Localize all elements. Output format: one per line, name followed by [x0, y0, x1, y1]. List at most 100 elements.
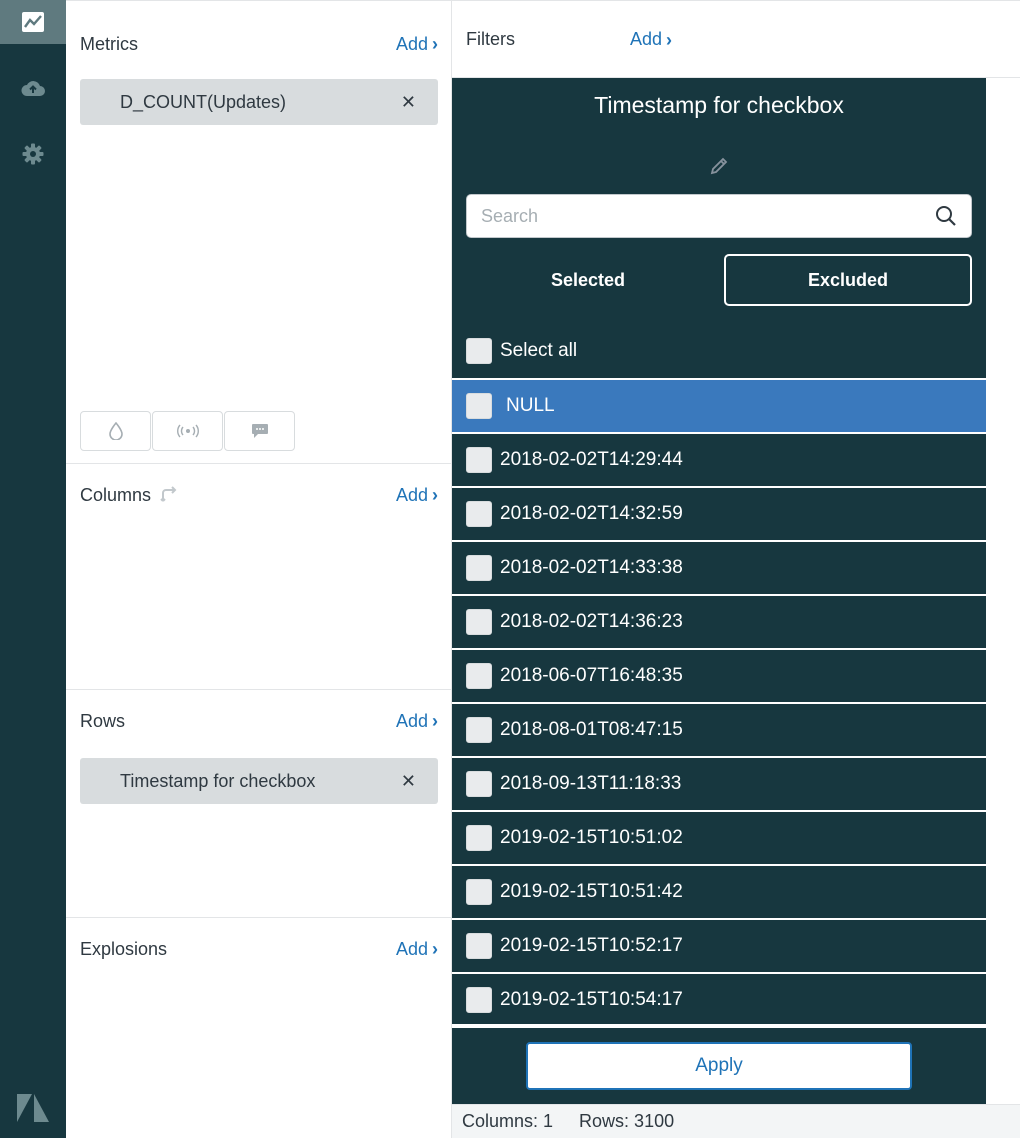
explosions-title: Explosions: [80, 938, 168, 959]
list-item[interactable]: 2018-02-02T14:33:38: [452, 542, 986, 596]
nav-rail: [0, 0, 66, 1138]
list-item[interactable]: 2018-08-01T08:47:15: [452, 704, 986, 758]
add-row-link[interactable]: Add ›: [396, 711, 438, 732]
droplet-icon: [108, 422, 123, 440]
swap-icon[interactable]: [159, 485, 179, 505]
add-filter-label: Add: [630, 29, 663, 49]
remove-metric-icon[interactable]: ✕: [401, 92, 416, 113]
add-explosion-link[interactable]: Add ›: [396, 939, 438, 960]
add-explosion-label: Add: [395, 938, 428, 959]
value-checkbox[interactable]: [466, 717, 492, 743]
add-filter-link[interactable]: Add ›: [630, 29, 672, 50]
rows-count: Rows: 3100: [579, 1111, 675, 1131]
filter-values-panel: Timestamp for checkbox Selected Excluded…: [452, 78, 986, 1104]
add-metric-link[interactable]: Add ›: [396, 34, 438, 55]
list-item[interactable]: NULL: [452, 380, 986, 434]
list-item[interactable]: 2018-06-07T16:48:35: [452, 650, 986, 704]
value-label: 2018-02-02T14:29:44: [500, 449, 683, 470]
nav-settings[interactable]: [0, 132, 66, 176]
value-label: 2019-02-15T10:54:17: [500, 989, 683, 1010]
add-row-label: Add: [395, 710, 428, 731]
nav-reporting[interactable]: [0, 0, 66, 44]
metrics-section: Metrics Add › D_COUNT(Updates) ✕: [66, 0, 452, 464]
tab-excluded[interactable]: Excluded: [724, 254, 972, 306]
rows-section: Rows Add › Timestamp for checkbox ✕: [66, 690, 452, 918]
value-label: 2019-02-15T10:51:02: [500, 827, 683, 848]
value-checkbox[interactable]: [466, 825, 492, 851]
list-item[interactable]: 2019-02-15T10:51:02: [452, 812, 986, 866]
value-label: 2018-09-13T11:18:33: [500, 773, 682, 794]
selected-excluded-toggle: Selected Excluded: [466, 254, 972, 306]
search-icon[interactable]: [935, 205, 957, 227]
metrics-title: Metrics: [80, 33, 138, 54]
columns-title: Columns: [80, 484, 152, 505]
value-label: NULL: [506, 395, 555, 416]
list-item[interactable]: 2018-02-02T14:36:23: [452, 596, 986, 650]
value-label: 2018-08-01T08:47:15: [500, 719, 683, 740]
apply-button[interactable]: Apply: [526, 1042, 912, 1090]
columns-header: Columns Add ›: [80, 480, 438, 510]
list-item[interactable]: 2018-09-13T11:18:33: [452, 758, 986, 812]
apply-footer: Apply: [452, 1024, 986, 1104]
rows-header: Rows Add ›: [80, 706, 438, 736]
list-item[interactable]: 2019-02-15T10:51:42: [452, 866, 986, 920]
value-checkbox[interactable]: [466, 501, 492, 527]
value-checkbox[interactable]: [466, 393, 492, 419]
select-all-row[interactable]: Select all: [452, 324, 986, 380]
value-checkbox[interactable]: [466, 987, 492, 1013]
metric-options: [80, 411, 296, 451]
chevron-right-icon: ›: [432, 711, 438, 731]
edit-title-button[interactable]: [709, 156, 729, 181]
add-column-link[interactable]: Add ›: [396, 485, 438, 506]
value-checkbox[interactable]: [466, 663, 492, 689]
value-checkbox[interactable]: [466, 771, 492, 797]
search-input[interactable]: [481, 205, 935, 227]
chart-icon: [22, 12, 44, 32]
tab-selected[interactable]: Selected: [466, 254, 710, 306]
drop-option-button[interactable]: [80, 411, 151, 451]
filters-header: Filters Add ›: [452, 0, 1020, 78]
columns-section: Columns Add ›: [66, 464, 452, 690]
signal-option-button[interactable]: [152, 411, 223, 451]
row-pill[interactable]: Timestamp for checkbox ✕: [80, 758, 438, 804]
gear-icon: [22, 143, 44, 165]
list-item[interactable]: 2018-02-02T14:32:59: [452, 488, 986, 542]
metric-pill-label: D_COUNT(Updates): [120, 91, 287, 112]
value-label: 2019-02-15T10:52:17: [500, 935, 683, 956]
remove-row-icon[interactable]: ✕: [401, 771, 416, 792]
value-checkbox[interactable]: [466, 447, 492, 473]
list-item[interactable]: 2019-02-15T10:52:17: [452, 920, 986, 974]
speech-bubble-icon: [251, 424, 268, 438]
value-checkbox[interactable]: [466, 879, 492, 905]
value-list[interactable]: Select all NULL 2018-02-02T14:29:44 2018…: [452, 324, 986, 1024]
list-item[interactable]: 2018-02-02T14:29:44: [452, 434, 986, 488]
chevron-right-icon: ›: [432, 939, 438, 959]
rows-title: Rows: [80, 710, 126, 731]
list-item[interactable]: 2019-02-15T10:54:17: [452, 974, 986, 1024]
pencil-icon: [710, 157, 728, 175]
panel-title: Timestamp for checkbox: [594, 92, 844, 118]
metric-pill[interactable]: D_COUNT(Updates) ✕: [80, 79, 438, 125]
value-label: 2018-02-02T14:32:59: [500, 503, 683, 524]
nav-datasets[interactable]: [0, 66, 66, 110]
comment-option-button[interactable]: [224, 411, 295, 451]
zendesk-logo-icon: [17, 1094, 49, 1122]
chevron-right-icon: ›: [432, 34, 438, 54]
value-checkbox[interactable]: [466, 609, 492, 635]
status-bar: Columns: 1 Rows: 3100: [452, 1104, 1020, 1138]
select-all-checkbox[interactable]: [466, 338, 492, 364]
value-checkbox[interactable]: [466, 933, 492, 959]
broadcast-icon: [176, 424, 199, 438]
explosions-section: Explosions Add ›: [66, 918, 452, 1138]
right-gutter: [986, 78, 1020, 1104]
filters-title: Filters: [466, 29, 515, 49]
add-column-label: Add: [395, 484, 428, 505]
value-checkbox[interactable]: [466, 555, 492, 581]
product-logo[interactable]: [0, 1088, 66, 1128]
explosions-header: Explosions Add ›: [80, 934, 438, 964]
columns-title-wrap: Columns: [80, 485, 179, 506]
search-box: [466, 194, 972, 238]
value-label: 2018-02-02T14:36:23: [500, 611, 683, 632]
value-label: 2018-02-02T14:33:38: [500, 557, 683, 578]
chevron-right-icon: ›: [666, 29, 673, 50]
